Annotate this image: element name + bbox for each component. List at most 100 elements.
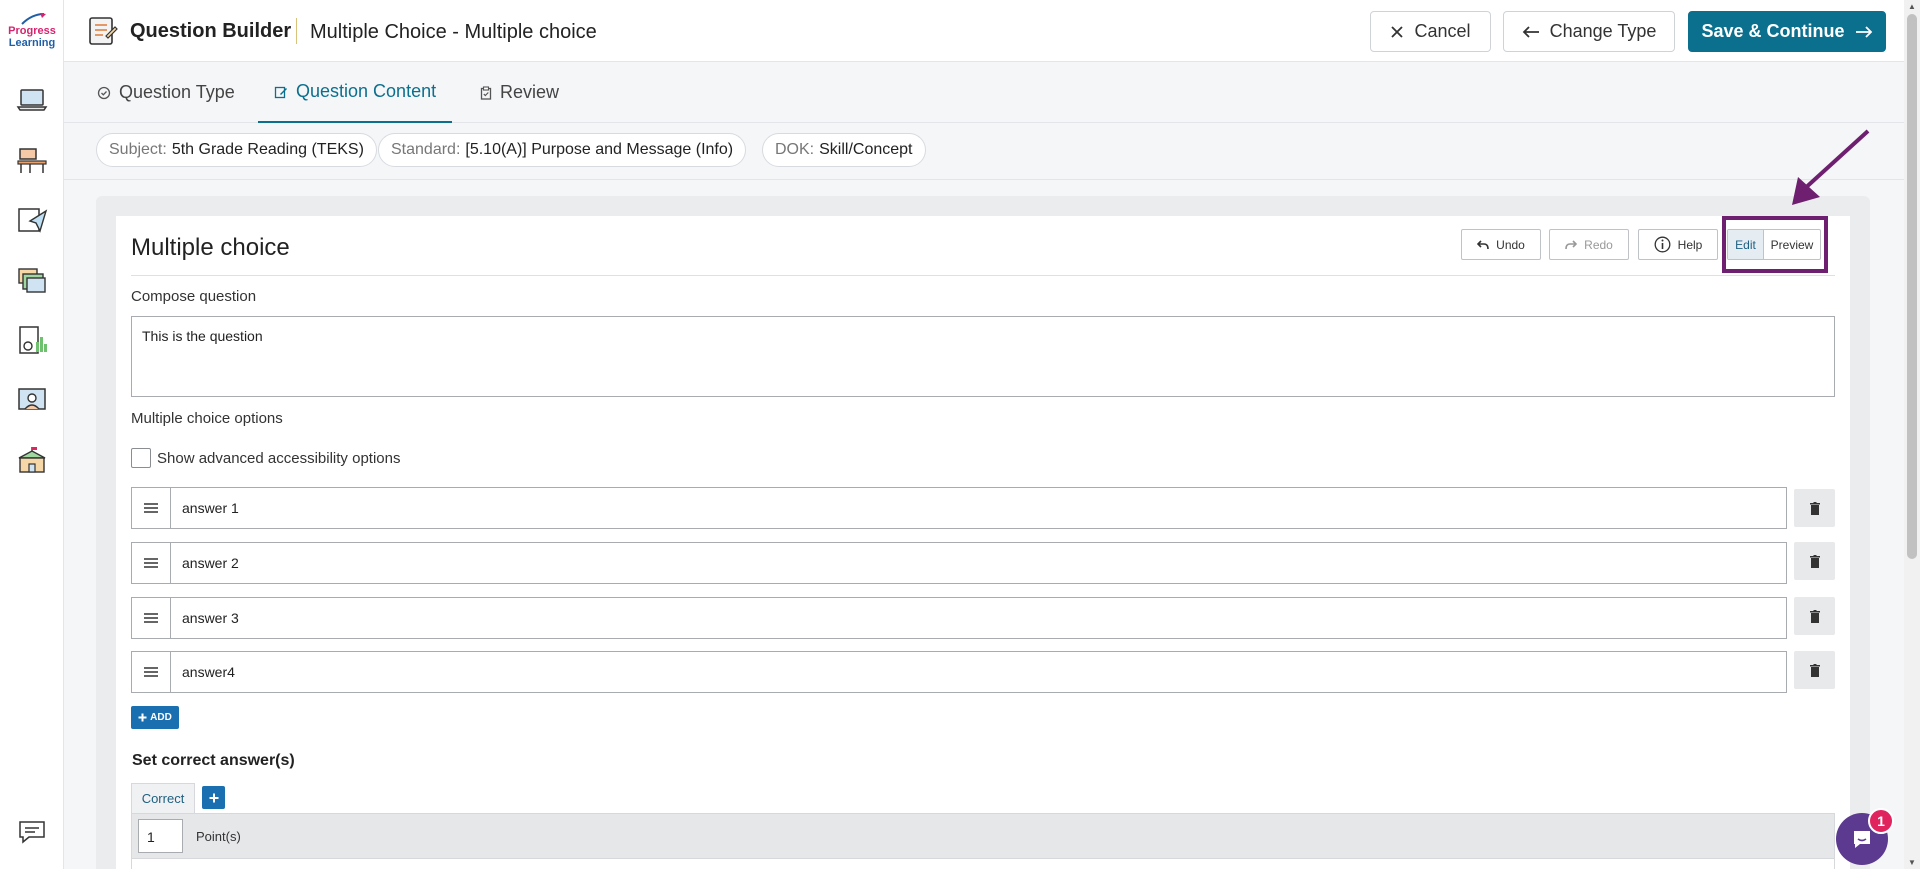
accessibility-options-checkbox[interactable] <box>131 448 151 468</box>
subject-chip: Subject: 5th Grade Reading (TEKS) <box>96 133 377 167</box>
scroll-down-arrow-icon[interactable]: ▼ <box>1906 857 1918 867</box>
trash-icon <box>1809 609 1820 623</box>
standard-chip-key: Standard: <box>391 141 461 158</box>
points-label: Point(s) <box>196 829 241 844</box>
add-option-button[interactable]: ADD <box>131 706 179 729</box>
tab-question-type-label: Question Type <box>119 82 235 102</box>
report-chart-icon[interactable] <box>14 322 50 358</box>
dok-chip-value: Skill/Concept <box>819 141 913 158</box>
chat-notification-badge: 1 <box>1868 808 1894 834</box>
delete-option-button[interactable] <box>1794 651 1835 689</box>
question-metadata-chips: Subject: 5th Grade Reading (TEKS) Standa… <box>64 123 1920 180</box>
question-text-editor[interactable]: This is the question <box>131 316 1835 397</box>
dok-chip: DOK: Skill/Concept <box>762 133 926 167</box>
tab-review[interactable]: Review <box>480 62 559 123</box>
sidebar: Progress Learning <box>0 0 64 869</box>
paper-plane-assign-icon[interactable] <box>14 202 50 238</box>
top-header: Question Builder Multiple Choice - Multi… <box>64 0 1920 62</box>
help-button[interactable]: Help <box>1638 229 1718 260</box>
info-icon <box>1654 236 1671 253</box>
delete-option-button[interactable] <box>1794 597 1835 635</box>
laptop-icon[interactable] <box>14 82 50 118</box>
tab-question-type[interactable]: Question Type <box>97 62 235 123</box>
answer-option-row: answer 2 <box>131 542 1787 584</box>
clipboard-icon <box>480 85 492 100</box>
dok-chip-key: DOK: <box>775 141 815 158</box>
check-circle-icon <box>97 86 111 99</box>
answer-option-row: answer 3 <box>131 597 1787 639</box>
delete-option-button[interactable] <box>1794 542 1835 580</box>
points-row: 1 Point(s) <box>131 813 1835 859</box>
add-option-button-label: ADD <box>150 712 172 723</box>
drag-handle-icon[interactable] <box>132 543 171 583</box>
undo-icon <box>1477 239 1489 249</box>
undo-button[interactable]: Undo <box>1461 229 1541 260</box>
accessibility-options-label: Show advanced accessibility options <box>157 450 401 467</box>
add-alternate-answer-button[interactable] <box>202 786 225 809</box>
folders-icon[interactable] <box>14 262 50 298</box>
change-type-button-label: Change Type <box>1549 21 1657 41</box>
compose-question-label: Compose question <box>131 288 257 305</box>
brand-line-2: Learning <box>8 37 56 49</box>
question-builder-icon <box>89 17 118 45</box>
standard-chip-value: [5.10(A)] Purpose and Message (Info) <box>465 141 734 158</box>
answer-choices-area <box>131 859 1835 869</box>
help-button-label: Help <box>1677 237 1703 252</box>
trash-icon <box>1809 663 1820 677</box>
scrollbar-thumb[interactable] <box>1907 14 1917 559</box>
brand-line-1: Progress <box>8 25 56 37</box>
redo-button[interactable]: Redo <box>1549 229 1629 260</box>
answer-option-input[interactable]: answer 1 <box>182 488 239 528</box>
drag-handle-icon[interactable] <box>132 652 171 692</box>
header-divider <box>296 18 297 44</box>
classroom-desk-icon[interactable] <box>14 142 50 178</box>
delete-option-button[interactable] <box>1794 489 1835 527</box>
drag-handle-icon[interactable] <box>132 488 171 528</box>
tab-question-content-label: Question Content <box>296 81 437 101</box>
correct-answer-tab[interactable]: Correct <box>131 783 195 813</box>
answer-option-row: answer 1 <box>131 487 1787 529</box>
step-tabs: Question Type Question Content Review <box>64 62 1920 123</box>
chat-bubble-icon <box>1854 831 1870 848</box>
cancel-button[interactable]: Cancel <box>1370 11 1491 52</box>
scroll-up-arrow-icon[interactable]: ▲ <box>1906 1 1918 11</box>
title-divider <box>131 275 1835 276</box>
correct-answers-section-title: Set correct answer(s) <box>132 752 295 769</box>
trash-icon <box>1809 554 1820 568</box>
subject-chip-key: Subject: <box>109 141 167 158</box>
answer-option-input[interactable]: answer 3 <box>182 598 239 638</box>
plus-icon <box>209 793 218 802</box>
annotation-highlight-box <box>1722 216 1828 273</box>
answer-option-input[interactable]: answer4 <box>182 652 235 692</box>
multiple-choice-options-label: Multiple choice options <box>131 410 283 427</box>
cancel-button-label: Cancel <box>1414 21 1471 41</box>
points-input[interactable]: 1 <box>138 819 183 853</box>
arrow-right-icon <box>1855 25 1872 38</box>
page-title: Multiple Choice - Multiple choice <box>310 21 597 43</box>
close-icon <box>1391 25 1404 38</box>
undo-button-label: Undo <box>1496 237 1525 252</box>
tab-question-content[interactable]: Question Content <box>258 62 453 123</box>
redo-icon <box>1565 239 1578 249</box>
editor-title: Multiple choice <box>131 234 290 261</box>
subject-chip-value: 5th Grade Reading (TEKS) <box>171 141 364 158</box>
redo-button-label: Redo <box>1584 237 1613 252</box>
save-continue-button[interactable]: Save & Continue <box>1688 11 1886 52</box>
answer-option-row: answer4 <box>131 651 1787 693</box>
change-type-button[interactable]: Change Type <box>1503 11 1675 52</box>
standard-chip: Standard: [5.10(A)] Purpose and Message … <box>378 133 747 167</box>
app-title: Question Builder <box>130 20 292 42</box>
teacher-board-icon[interactable] <box>14 382 50 418</box>
trash-icon <box>1809 501 1820 515</box>
arrow-left-icon <box>1522 25 1539 38</box>
drag-handle-icon[interactable] <box>132 598 171 638</box>
save-continue-button-label: Save & Continue <box>1701 21 1845 41</box>
plus-icon <box>138 713 147 722</box>
edit-icon <box>274 86 287 98</box>
tab-review-label: Review <box>500 82 560 102</box>
answer-option-input[interactable]: answer 2 <box>182 543 239 583</box>
school-building-icon[interactable] <box>14 442 50 478</box>
feedback-chat-icon[interactable] <box>14 814 50 850</box>
brand-logo[interactable]: Progress Learning <box>6 12 58 49</box>
logo-swoosh-icon <box>21 13 46 25</box>
